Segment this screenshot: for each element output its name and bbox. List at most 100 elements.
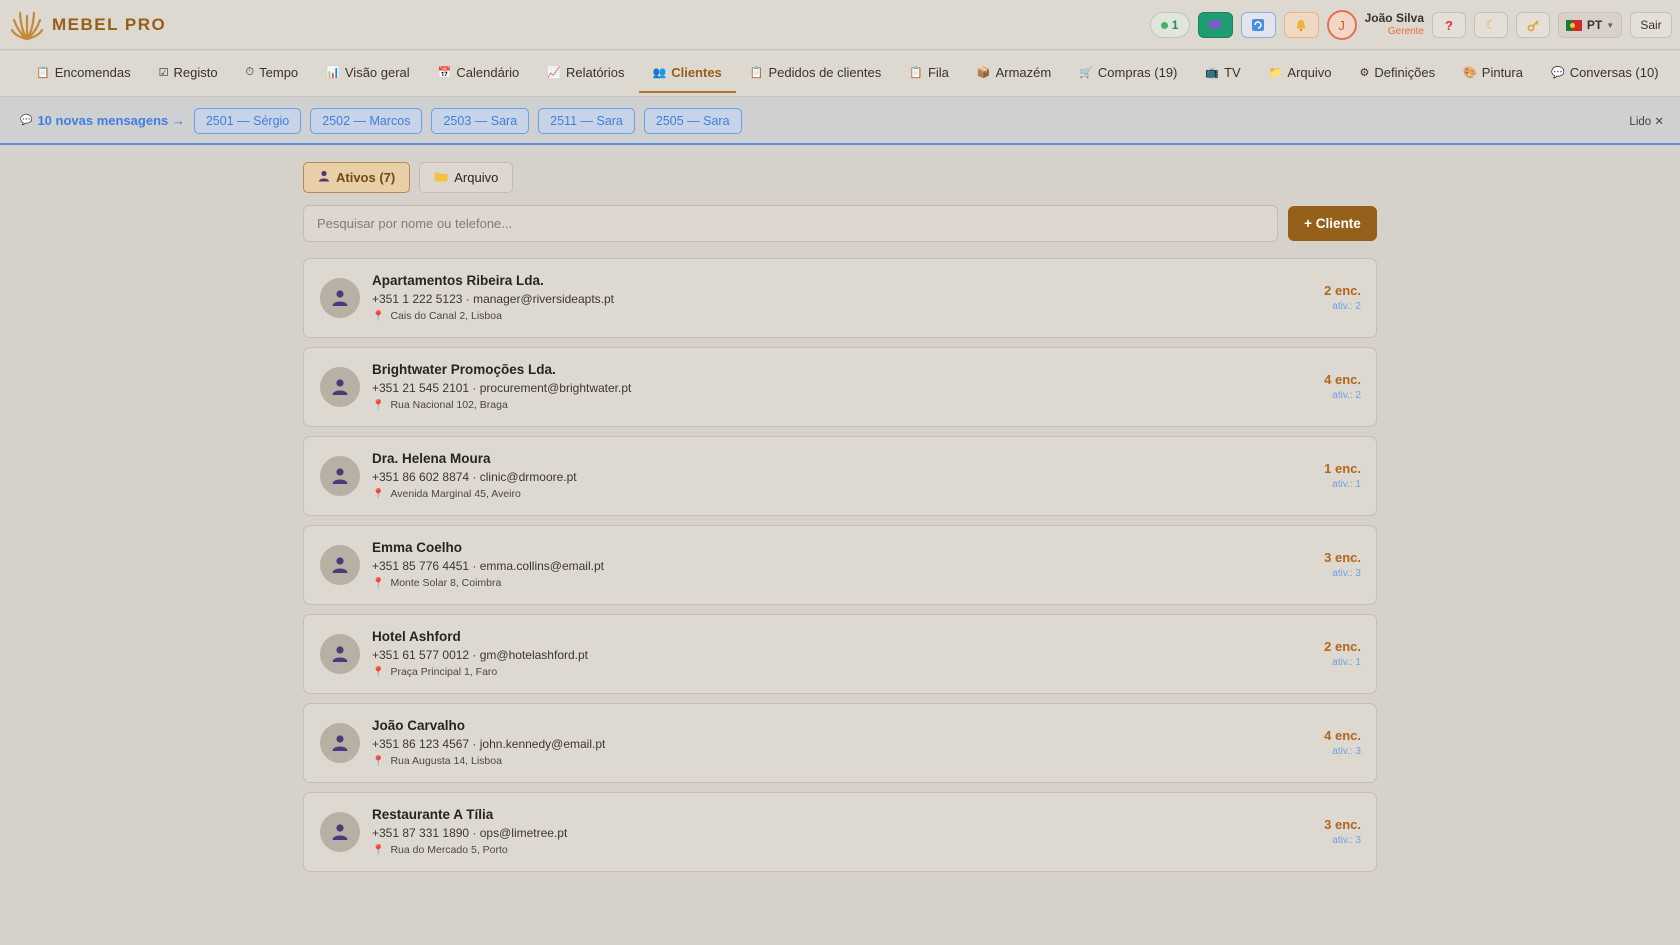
check-box-icon: ☑: [158, 67, 169, 79]
client-address: Avenida Marginal 45, Aveiro: [390, 488, 521, 501]
key-button[interactable]: [1516, 12, 1550, 38]
client-card[interactable]: Dra. Helena Moura +351 86 602 8874 · clin…: [303, 436, 1377, 516]
nav-item-label: Pedidos de clientes: [768, 65, 882, 80]
line-chart-icon: 📈: [547, 67, 561, 79]
logo[interactable]: MEBEL PRO: [10, 8, 166, 42]
map-pin-icon: 📍: [372, 577, 385, 589]
client-avatar-icon: [320, 634, 360, 674]
message-chip[interactable]: 2502 — Marcos: [310, 107, 423, 134]
nav-item-relatórios[interactable]: 📈 Relatórios: [533, 55, 638, 93]
language-code: PT: [1586, 18, 1603, 32]
nav-item-definições[interactable]: ⚙ Definições: [1346, 55, 1450, 93]
client-stats: 3 enc. ativ.: 3: [1324, 817, 1361, 847]
client-card[interactable]: Brightwater Promoções Lda. +351 21 545 21…: [303, 347, 1377, 427]
monitor-icon: [1209, 20, 1222, 30]
tab-active-clients[interactable]: Ativos (7): [303, 162, 411, 193]
client-contact: +351 86 123 4567 · john.kennedy@email.pt: [372, 737, 606, 752]
client-contact: +351 87 331 1890 · ops@limetree.pt: [372, 826, 568, 841]
message-chip[interactable]: 2503 — Sara: [431, 107, 530, 134]
nav-item-encomendas[interactable]: 📋 Encomendas: [22, 55, 145, 93]
client-card[interactable]: Emma Coelho +351 85 776 4451 · emma.colli…: [303, 525, 1377, 605]
language-selector[interactable]: PT ▼: [1558, 12, 1622, 38]
new-messages-text: 10 novas mensagens →: [37, 113, 185, 128]
gear-icon: ⚙: [1359, 67, 1370, 79]
client-orders-count: 3 enc.: [1324, 817, 1361, 832]
client-card[interactable]: Apartamentos Ribeira Lda. +351 1 222 5123…: [303, 258, 1377, 338]
nav-item-tempo[interactable]: ⏱ Tempo: [232, 55, 313, 93]
nav-item-arquivo[interactable]: 📁 Arquivo: [1255, 55, 1346, 93]
nav-item-registo[interactable]: ☑ Registo: [145, 55, 232, 93]
nav-item-visão-geral[interactable]: 📊 Visão geral: [312, 55, 424, 93]
nav-item-label: Compras (19): [1097, 65, 1178, 80]
nav-item-ideias[interactable]: 💡Ideias: [1673, 55, 1680, 93]
client-contact: +351 1 222 5123 · manager@riversideapts.…: [372, 292, 614, 307]
nav-item-armazém[interactable]: 📦 Armazém: [963, 55, 1065, 93]
client-orders-count: 3 enc.: [1324, 550, 1361, 565]
client-address-row: 📍 Cais do Canal 2, Lisboa: [372, 310, 614, 323]
screen-share-button[interactable]: [1197, 12, 1233, 38]
nav-item-label: Definições: [1374, 65, 1436, 80]
message-chip[interactable]: 2501 — Sérgio: [193, 107, 302, 134]
client-card[interactable]: Restaurante A Tília +351 87 331 1890 · op…: [303, 792, 1377, 872]
client-contact: +351 85 776 4451 · emma.collins@email.pt: [372, 559, 604, 574]
logout-button[interactable]: Sair: [1630, 12, 1672, 38]
client-details: Brightwater Promoções Lda. +351 21 545 21…: [372, 362, 631, 413]
client-address: Cais do Canal 2, Lisboa: [390, 310, 502, 323]
client-address-row: 📍 Monte Solar 8, Coimbra: [372, 577, 604, 590]
top-bar: MEBEL PRO 1 J João Silva Gerente ? ☾ PT …: [0, 0, 1680, 50]
bar-chart-icon: 📊: [326, 67, 340, 79]
tab-archive[interactable]: Arquivo: [419, 162, 514, 193]
message-chip[interactable]: 2511 — Sara: [538, 107, 635, 134]
notifications-button[interactable]: [1283, 12, 1319, 38]
message-chip[interactable]: 2505 — Sara: [643, 107, 742, 134]
client-details: Dra. Helena Moura +351 86 602 8874 · clin…: [372, 451, 577, 502]
clients-panel: Ativos (7) Arquivo + Cliente Apartamento…: [303, 162, 1377, 881]
client-avatar-icon: [320, 723, 360, 763]
client-details: Restaurante A Tília +351 87 331 1890 · op…: [372, 807, 567, 858]
nav-item-clientes[interactable]: 👥 Clientes: [638, 55, 736, 93]
user-icon: [318, 170, 330, 185]
client-details: Emma Coelho +351 85 776 4451 · emma.colli…: [372, 540, 604, 591]
nav-item-label: Visão geral: [344, 65, 410, 80]
client-name: Dra. Helena Moura: [372, 450, 491, 466]
user-avatar[interactable]: J: [1326, 10, 1357, 40]
add-client-button[interactable]: + Cliente: [1288, 206, 1377, 241]
help-button[interactable]: ?: [1432, 12, 1466, 38]
user-info: João Silva Gerente: [1365, 12, 1424, 38]
client-name: Emma Coelho: [372, 539, 463, 555]
client-active-count: ativ.: 3: [1332, 567, 1361, 579]
key-icon: [1527, 19, 1539, 31]
nav-item-tv[interactable]: 📺 TV: [1191, 55, 1254, 93]
online-users-indicator[interactable]: 1: [1149, 12, 1190, 38]
nav-item-label: Tempo: [259, 65, 299, 80]
refresh-button[interactable]: [1240, 12, 1276, 38]
bell-icon: [1296, 19, 1306, 31]
map-pin-icon: 📍: [372, 488, 385, 500]
nav-item-calendário[interactable]: 📅 Calendário: [424, 55, 534, 93]
header-actions: 1 J João Silva Gerente ? ☾ PT ▼ Sair: [1142, 10, 1672, 40]
client-address-row: 📍 Rua Augusta 14, Lisboa: [372, 755, 605, 768]
clients-tabs: Ativos (7) Arquivo: [303, 162, 1377, 193]
client-avatar-icon: [320, 812, 360, 852]
chat-icon: 💬: [20, 115, 33, 126]
new-messages-link[interactable]: 💬 10 novas mensagens →: [20, 113, 185, 128]
messages-notification-bar: 💬 10 novas mensagens → 2501 — Sérgio 2502…: [0, 98, 1680, 145]
client-card[interactable]: Hotel Ashford +351 61 577 0012 · gm@hotel…: [303, 614, 1377, 694]
nav-item-conversas-10[interactable]: 💬 Conversas (10): [1537, 55, 1673, 93]
nav-item-pedidos-de-clientes[interactable]: 📋 Pedidos de clientes: [736, 55, 895, 93]
clipboard-icon: 📋: [909, 67, 923, 79]
brand-name: MEBEL PRO: [52, 14, 167, 34]
search-input[interactable]: [303, 205, 1278, 242]
client-card[interactable]: João Carvalho +351 86 123 4567 · john.ken…: [303, 703, 1377, 783]
palette-icon: 🎨: [1463, 67, 1477, 79]
refresh-icon: [1252, 19, 1265, 31]
client-contact: +351 21 545 2101 · procurement@brightwat…: [372, 381, 632, 396]
nav-item-label: Arquivo: [1287, 65, 1332, 80]
theme-toggle-button[interactable]: ☾: [1474, 12, 1508, 38]
nav-item-pintura[interactable]: 🎨 Pintura: [1449, 55, 1537, 93]
nav-item-fila[interactable]: 📋 Fila: [895, 55, 963, 93]
mark-read-button[interactable]: Lido ✕: [1629, 114, 1664, 128]
nav-item-compras-19[interactable]: 🛒 Compras (19): [1065, 55, 1191, 93]
nav-item-label: Calendário: [456, 65, 520, 80]
client-address: Monte Solar 8, Coimbra: [390, 577, 502, 590]
